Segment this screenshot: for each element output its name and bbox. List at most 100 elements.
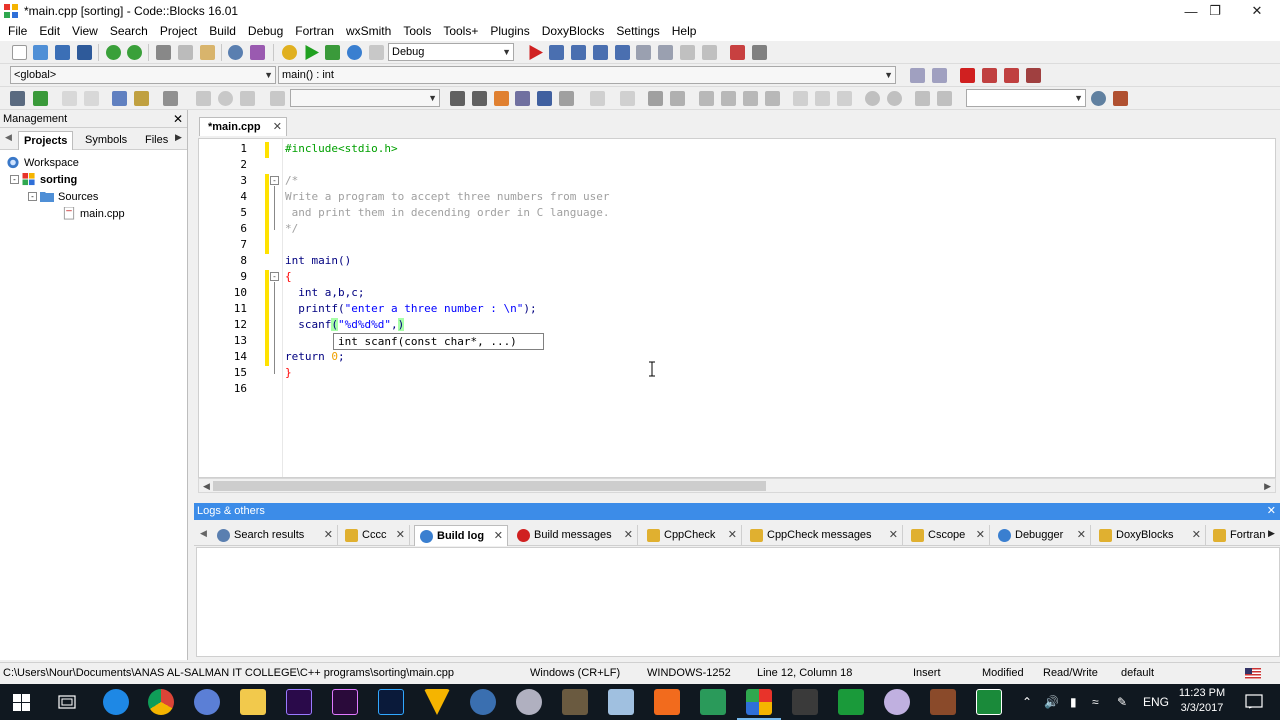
clear-search-icon[interactable] xyxy=(270,91,285,106)
tab-symbols[interactable]: Symbols xyxy=(80,131,132,150)
close-icon[interactable]: ✕ xyxy=(273,118,282,136)
function-select[interactable]: main() : int ▼ xyxy=(278,66,896,84)
find-icon[interactable] xyxy=(228,45,243,60)
tab-scroll-left-icon[interactable]: ◀ xyxy=(200,528,207,539)
close-icon[interactable]: ✕ xyxy=(173,110,183,128)
scroll-thumb[interactable] xyxy=(213,481,766,491)
bookmark-clear-icon[interactable] xyxy=(1026,68,1041,83)
nav-back-icon[interactable] xyxy=(196,91,211,106)
open-file-icon[interactable] xyxy=(33,45,48,60)
tab-files[interactable]: Files xyxy=(140,131,173,150)
edge-icon[interactable] xyxy=(103,689,129,715)
xampp-icon[interactable] xyxy=(654,689,680,715)
app-icon[interactable] xyxy=(792,689,818,715)
close-icon[interactable]: ✕ xyxy=(396,525,405,545)
tab-build-messages[interactable]: Build messages ✕ xyxy=(512,525,638,546)
pause-icon[interactable] xyxy=(680,45,695,60)
wifi-icon[interactable]: ≈ xyxy=(1092,684,1099,720)
next-line-icon[interactable] xyxy=(571,45,586,60)
task-view-icon[interactable] xyxy=(58,694,76,710)
app-icon[interactable] xyxy=(516,689,542,715)
zoom-in-icon[interactable] xyxy=(865,91,880,106)
selected-text-icon[interactable] xyxy=(515,91,530,106)
copy-icon[interactable] xyxy=(178,45,193,60)
tab-debugger[interactable]: Debugger ✕ xyxy=(993,525,1091,546)
close-icon[interactable]: ✕ xyxy=(1077,525,1086,545)
align-right-icon[interactable] xyxy=(743,91,758,106)
menu-edit[interactable]: Edit xyxy=(33,22,66,41)
codeblocks-taskbar-icon[interactable] xyxy=(746,689,772,715)
edit-tool-icon[interactable] xyxy=(670,91,685,106)
menu-doxyblocks[interactable]: DoxyBlocks xyxy=(536,22,611,41)
step-into-icon[interactable] xyxy=(593,45,608,60)
spell-icon[interactable] xyxy=(915,91,930,106)
close-icon[interactable]: ✕ xyxy=(889,525,898,545)
build-target-select[interactable]: Debug ▼ xyxy=(388,43,514,61)
build-gear-icon[interactable] xyxy=(282,45,297,60)
tab-cscope[interactable]: Cscope ✕ xyxy=(906,525,990,546)
app-icon[interactable] xyxy=(884,689,910,715)
tab-doxyblocks[interactable]: DoxyBlocks ✕ xyxy=(1094,525,1206,546)
tab-fortran[interactable]: Fortran xyxy=(1208,525,1268,546)
system-clock[interactable]: 11:23 PM 3/3/2017 xyxy=(1172,686,1232,716)
find-next-icon[interactable] xyxy=(472,91,487,106)
spreadsheet-icon[interactable] xyxy=(700,689,726,715)
chm-docs-icon[interactable] xyxy=(134,91,149,106)
fold-toggle-icon[interactable]: - xyxy=(270,176,279,185)
regex-icon[interactable] xyxy=(559,91,574,106)
menu-tools-plus[interactable]: Tools+ xyxy=(437,22,484,41)
align-center-icon[interactable] xyxy=(721,91,736,106)
search-combo[interactable]: ▼ xyxy=(290,89,440,107)
redo-icon[interactable] xyxy=(127,45,142,60)
collapse-icon[interactable]: - xyxy=(10,175,19,184)
menu-fortran[interactable]: Fortran xyxy=(289,22,340,41)
menu-tools[interactable]: Tools xyxy=(397,22,437,41)
bookmark-next-icon[interactable] xyxy=(1004,68,1019,83)
browser-icon[interactable] xyxy=(194,689,220,715)
highlight-icon[interactable] xyxy=(494,91,509,106)
menu-help[interactable]: Help xyxy=(666,22,703,41)
tray-chevron-icon[interactable]: ⌃ xyxy=(1022,684,1032,720)
swap-icon[interactable] xyxy=(937,91,952,106)
close-icon[interactable]: ✕ xyxy=(494,526,503,546)
align-justify-icon[interactable] xyxy=(765,91,780,106)
tab-scroll-right-icon[interactable]: ▶ xyxy=(1268,528,1275,539)
menu-plugins[interactable]: Plugins xyxy=(484,22,535,41)
language-indicator[interactable]: ENG xyxy=(1143,684,1169,720)
tab-scroll-left-icon[interactable]: ◀ xyxy=(5,132,12,143)
editor-hscrollbar[interactable]: ◀ ▶ xyxy=(198,478,1276,493)
line-comment-icon[interactable] xyxy=(84,91,99,106)
next-instruction-icon[interactable] xyxy=(636,45,651,60)
bookmark-toggle-icon[interactable] xyxy=(960,68,975,83)
run-to-cursor-icon[interactable] xyxy=(549,45,564,60)
match-case-icon[interactable] xyxy=(537,91,552,106)
build-and-run-icon[interactable] xyxy=(325,45,340,60)
collapse-icon[interactable]: - xyxy=(28,192,37,201)
align-left-icon[interactable] xyxy=(699,91,714,106)
media-player-icon[interactable] xyxy=(470,689,496,715)
tree-file-main[interactable]: main.cpp xyxy=(62,205,125,222)
menu-wxsmith[interactable]: wxSmith xyxy=(340,22,397,41)
close-icon[interactable]: ✕ xyxy=(728,525,737,545)
bookmark-prev-icon[interactable] xyxy=(982,68,997,83)
tab-scroll-right-icon[interactable]: ▶ xyxy=(175,132,182,143)
tab-cppcheck-messages[interactable]: CppCheck messages ✕ xyxy=(745,525,903,546)
code-editor[interactable]: 1 2 3 4 5 6 7 8 9 10 11 12 13 14 15 16 -… xyxy=(198,138,1276,478)
close-icon[interactable]: ✕ xyxy=(1192,525,1201,545)
close-icon[interactable]: ✕ xyxy=(976,525,985,545)
doxy-run-icon[interactable] xyxy=(33,91,48,106)
camtasia-icon[interactable] xyxy=(838,689,864,715)
power-icon[interactable]: ▮ xyxy=(1070,684,1077,720)
close-icon[interactable]: ✕ xyxy=(624,525,633,545)
tree-project[interactable]: - sorting xyxy=(10,171,77,188)
nav-home-icon[interactable] xyxy=(218,91,233,106)
menu-settings[interactable]: Settings xyxy=(610,22,665,41)
rect-tool-icon[interactable] xyxy=(620,91,635,106)
archive-icon[interactable] xyxy=(562,689,588,715)
scroll-left-icon[interactable]: ◀ xyxy=(203,479,210,493)
save-all-icon[interactable] xyxy=(77,45,92,60)
spellcheck-combo[interactable]: ▼ xyxy=(966,89,1086,107)
box-2-icon[interactable] xyxy=(815,91,830,106)
doxyblocks-icon[interactable] xyxy=(10,91,25,106)
notifications-icon[interactable] xyxy=(1245,694,1263,710)
